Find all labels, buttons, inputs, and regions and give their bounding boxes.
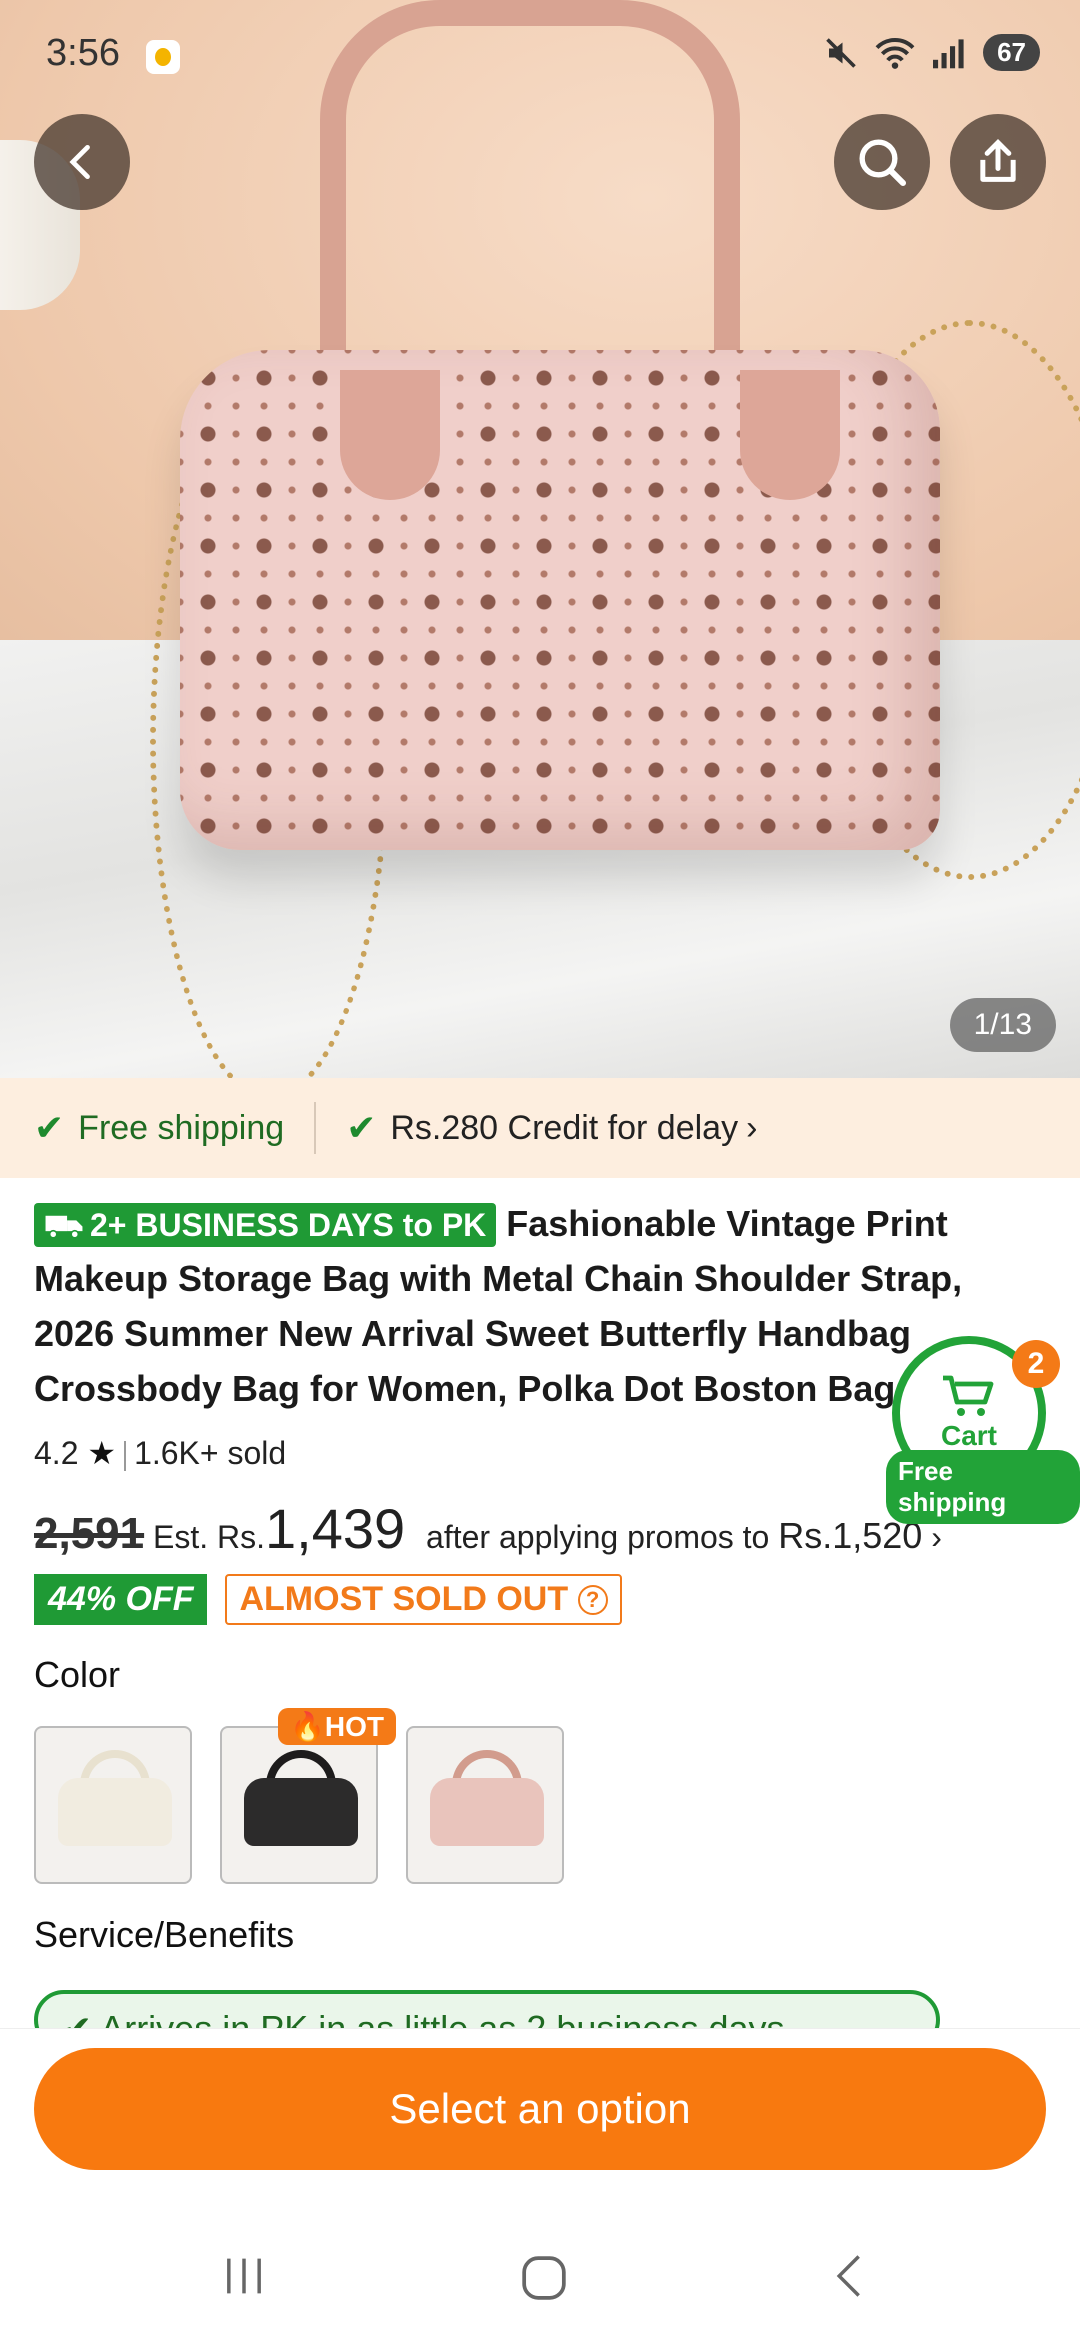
back-button[interactable] [34, 114, 130, 210]
price-row: 2,591 Est. Rs.1,439 after applying promo… [34, 1496, 942, 1561]
share-button[interactable] [950, 114, 1046, 210]
back-nav-icon[interactable] [824, 2250, 876, 2302]
rating-row[interactable]: 4.2 ★ 1.6K+ sold [34, 1434, 286, 1472]
question-icon: ? [577, 1585, 608, 1615]
stock-badge[interactable]: ALMOST SOLD OUT ? [225, 1574, 622, 1625]
status-icons: 67 [823, 34, 1040, 71]
system-nav-bar [0, 2220, 1080, 2340]
swatch-bag [244, 1778, 358, 1846]
sold-count: 1.6K+ sold [134, 1435, 287, 1471]
color-swatches [34, 1726, 564, 1884]
color-label: Color [34, 1654, 121, 1695]
select-option-button[interactable]: Select an option [34, 2048, 1046, 2170]
image-bag-tab-left [340, 370, 440, 500]
swatch-bag [58, 1778, 172, 1846]
free-shipping-label: Free shipping [78, 1108, 285, 1147]
delivery-badge-text: 2+ BUSINESS DAYS to PK [90, 1207, 487, 1243]
swatch-white[interactable] [34, 1726, 192, 1884]
divider [124, 1440, 127, 1471]
chevron-left-icon [69, 144, 90, 180]
share-icon [980, 138, 1016, 182]
service-label: Service/Benefits [34, 1914, 295, 1955]
original-price: 2,591 [34, 1509, 145, 1558]
mute-icon [826, 37, 856, 68]
image-counter: 1/13 [949, 998, 1056, 1052]
est-price-prefix: Est. Rs. [153, 1519, 266, 1555]
image-bag-tab-right [740, 370, 840, 500]
star-icon: ★ [87, 1435, 117, 1471]
hot-badge-text: HOT [324, 1711, 384, 1742]
est-price: 1,439 [265, 1497, 406, 1560]
home-icon[interactable] [516, 2250, 572, 2306]
hot-badge: 🔥HOT [278, 1708, 396, 1745]
notification-icon [146, 40, 180, 74]
battery-indicator: 67 [983, 34, 1040, 71]
flame-icon: 🔥 [290, 1711, 325, 1742]
delivery-badge: 2+ BUSINESS DAYS to PK [34, 1203, 497, 1247]
wifi-icon [875, 37, 915, 69]
price-tags: 44% OFF ALMOST SOLD OUT ? [34, 1574, 622, 1625]
cart-icon [943, 1375, 994, 1416]
shipping-banner[interactable]: ✔ Free shipping ✔ Rs.280 Credit for dela… [0, 1078, 1080, 1178]
stock-badge-text: ALMOST SOLD OUT [239, 1580, 569, 1618]
rating-value: 4.2 [34, 1435, 79, 1471]
check-icon: ✔ [34, 1107, 65, 1148]
status-bar: 3:56 67 [0, 0, 1080, 110]
divider [314, 1102, 317, 1154]
swatch-pink[interactable] [406, 1726, 564, 1884]
credit-for-delay-label: Rs.280 Credit for delay [390, 1108, 739, 1147]
search-icon [859, 139, 907, 187]
product-title: 2+ BUSINESS DAYS to PK Fashionable Vintag… [34, 1196, 1034, 1416]
cart-label: Cart [940, 1420, 997, 1451]
swatch-black[interactable] [220, 1726, 378, 1884]
signal-icon [933, 38, 964, 68]
swatch-bag [430, 1778, 544, 1846]
promo-text: after applying promos to [426, 1519, 770, 1555]
cart-free-shipping-badge: Free shipping [886, 1450, 1080, 1524]
discount-badge: 44% OFF [34, 1574, 208, 1625]
recent-apps-icon[interactable] [218, 2250, 270, 2302]
search-button[interactable] [834, 114, 930, 210]
check-icon: ✔ [346, 1107, 377, 1148]
chevron-right-icon: › [922, 1519, 942, 1555]
cart-count-badge: 2 [1012, 1340, 1060, 1388]
chevron-right-icon: › [746, 1108, 758, 1147]
truck-icon [45, 1215, 83, 1239]
status-time: 3:56 [46, 32, 120, 74]
